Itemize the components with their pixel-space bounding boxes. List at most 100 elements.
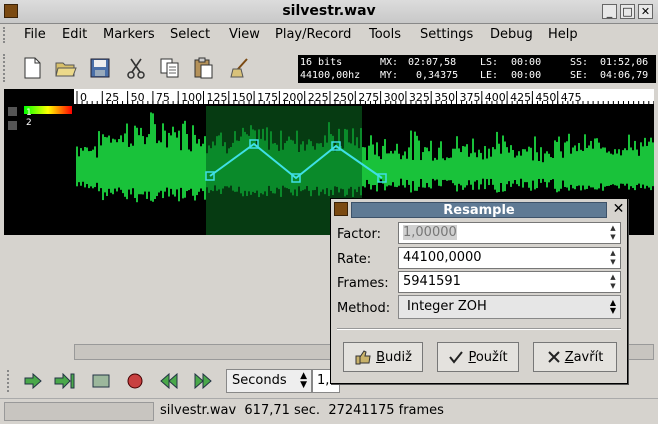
wave-bar (506, 147, 508, 185)
copy-icon[interactable] (158, 56, 182, 80)
play-icon[interactable] (22, 370, 44, 392)
save-disk-icon[interactable] (88, 56, 112, 80)
wave-bar (162, 123, 164, 199)
factor-value: 1,00000 (403, 225, 457, 240)
wave-bar (468, 156, 470, 181)
factor-field[interactable]: 1,00000 ▲ ▼ (398, 222, 621, 244)
maximize-button[interactable]: □ (620, 4, 635, 19)
frames-value: 5941591 (403, 274, 461, 289)
menu-settings[interactable]: Settings (420, 27, 473, 42)
menu-view[interactable]: View (229, 27, 260, 42)
menu-debug[interactable]: Debug (490, 27, 533, 42)
menu-file[interactable]: File (24, 27, 46, 42)
wave-bar (638, 155, 640, 184)
wave-bar (80, 148, 82, 186)
rewind-icon[interactable] (158, 370, 180, 392)
open-folder-icon[interactable] (54, 56, 78, 80)
menu-markers[interactable]: Markers (103, 27, 155, 42)
wave-bar (564, 142, 566, 187)
ruler-tick-label: 0 (80, 91, 87, 104)
wave-bar (470, 153, 472, 185)
ok-button[interactable]: Budiž (343, 342, 423, 372)
wave-bar (472, 138, 474, 190)
wave-bar (576, 151, 578, 187)
ruler-tick-label: 50 (131, 91, 145, 104)
close-dialog-button[interactable]: Zavřít (533, 342, 617, 372)
dialog-titlebar[interactable]: Resample ✕ (331, 199, 627, 221)
playbar-grip[interactable] (7, 370, 13, 392)
menubar-grip[interactable] (3, 27, 9, 43)
wave-bar (236, 140, 238, 192)
window-titlebar[interactable]: silvestr.wav _ □ ✕ (0, 0, 658, 24)
wave-bar (342, 148, 344, 190)
minimize-button[interactable]: _ (602, 4, 617, 19)
resample-dialog: Resample ✕ Factor: 1,00000 ▲ ▼ Rate: 4410… (330, 198, 628, 384)
ruler-tick-label: 425 (510, 91, 531, 104)
record-icon[interactable] (124, 370, 146, 392)
wave-bar (218, 135, 220, 190)
wave-bar (394, 150, 396, 187)
wave-bar (634, 140, 636, 191)
method-select[interactable]: Integer ZOH ▲ ▼ (398, 295, 621, 319)
menu-tools[interactable]: Tools (369, 27, 401, 42)
wave-bar (430, 140, 432, 189)
wave-bar (284, 143, 286, 188)
wave-bar (534, 136, 536, 190)
wave-bar (334, 151, 336, 187)
wave-bar (250, 125, 252, 195)
speaker-icon[interactable] (8, 107, 17, 116)
ruler-tick-label: 175 (257, 91, 278, 104)
menu-play-record[interactable]: Play/Record (275, 27, 351, 42)
wave-bar (428, 151, 430, 188)
wave-bar (644, 137, 646, 189)
factor-spin-icon[interactable]: ▲ ▼ (607, 224, 619, 242)
wave-bar (234, 131, 236, 192)
wave-bar (520, 155, 522, 179)
wave-bar (270, 131, 272, 191)
wave-bar (618, 149, 620, 189)
wave-bar (392, 153, 394, 183)
dialog-close-button[interactable]: ✕ (611, 202, 626, 217)
paste-icon[interactable] (192, 56, 216, 80)
time-units-select[interactable]: Seconds ▲ ▼ (226, 369, 312, 393)
rate-spin-icon[interactable]: ▲ ▼ (607, 249, 619, 267)
frames-spin-icon[interactable]: ▲ ▼ (607, 273, 619, 291)
ruler-tick-label: 225 (308, 91, 329, 104)
rate-label: Rate: (337, 252, 372, 267)
wave-bar (548, 153, 550, 183)
wave-bar (246, 134, 248, 197)
wave-bar (100, 145, 102, 189)
cut-scissors-icon[interactable] (124, 56, 148, 80)
wave-bar (484, 146, 486, 190)
wave-bar (94, 146, 96, 188)
wave-bar (628, 134, 630, 190)
close-button[interactable]: ✕ (638, 4, 653, 19)
dialog-app-icon[interactable] (334, 202, 348, 216)
menu-help[interactable]: Help (548, 27, 578, 42)
wave-bar (596, 138, 598, 190)
wave-bar (400, 159, 402, 179)
menu-select[interactable]: Select (170, 27, 210, 42)
stop-icon[interactable] (90, 370, 112, 392)
clear-broom-icon[interactable] (228, 56, 252, 80)
toolbar-grip[interactable] (3, 54, 9, 82)
menu-edit[interactable]: Edit (62, 27, 87, 42)
speaker-icon-2[interactable] (8, 121, 17, 130)
time-ruler[interactable]: 0 25 50 75 100 125 150 175 200 225 250 275 300 325 350… (74, 89, 654, 105)
rate-field[interactable]: 44100,0000 ▲ ▼ (398, 247, 621, 269)
new-file-icon[interactable] (20, 56, 44, 80)
wave-bar (486, 158, 488, 180)
window-title: silvestr.wav (282, 3, 376, 19)
wave-bar (492, 147, 494, 185)
apply-button[interactable]: Použít (437, 342, 519, 372)
wave-bar (206, 153, 208, 188)
fast-forward-icon[interactable] (192, 370, 214, 392)
wave-bar (582, 150, 584, 186)
wave-bar (228, 148, 230, 188)
wave-bar (148, 134, 150, 192)
wave-bar (150, 112, 152, 201)
frames-field[interactable]: 5941591 ▲ ▼ (398, 271, 621, 293)
wave-bar (256, 148, 258, 191)
wave-bar (594, 138, 596, 190)
play-to-end-icon[interactable] (54, 370, 76, 392)
